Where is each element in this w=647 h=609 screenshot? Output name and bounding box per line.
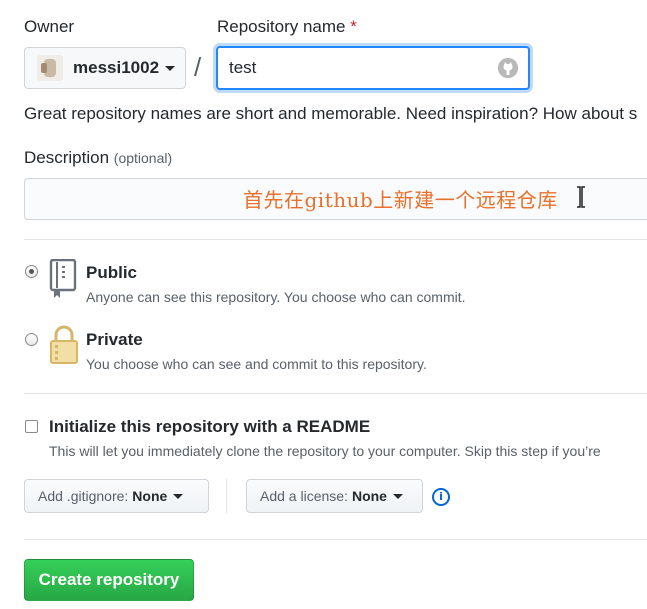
info-icon[interactable]: i [432,488,450,506]
owner-label: Owner [24,17,75,36]
public-description: Anyone can see this repository. You choo… [86,289,466,305]
path-separator: / [194,52,202,82]
initialize-readme-title: Initialize this repository with a README [49,417,371,436]
description-label-text: Description [24,148,110,167]
initialize-readme-description: This will let you immediately clone the … [49,443,601,459]
divider [24,539,647,540]
divider [24,239,647,240]
license-select[interactable]: Add a license: None [246,479,423,513]
chevron-down-icon [173,493,184,499]
repository-name-label-text: Repository name [217,17,346,36]
avatar [37,55,63,81]
repository-name-label: Repository name * [217,17,357,37]
github-mark-icon [498,58,518,78]
chevron-down-icon [392,493,403,499]
gitignore-value: None [132,488,168,504]
optional-tag: (optional) [113,150,173,166]
gitignore-prefix: Add .gitignore: [38,488,129,504]
public-title: Public [86,263,138,282]
chevron-down-icon [165,65,176,71]
repo-icon [49,259,77,298]
owner-name: messi1002 [73,58,160,77]
divider [226,479,227,513]
initialize-readme-checkbox[interactable] [25,420,38,433]
repository-name-hint: Great repository names are short and mem… [24,104,638,123]
gitignore-select[interactable]: Add .gitignore: None [24,479,209,513]
private-description: You choose who can see and commit to thi… [86,356,427,372]
license-value: None [351,488,387,504]
license-prefix: Add a license: [260,488,348,504]
text-cursor-icon [577,186,585,208]
public-radio[interactable] [25,265,38,278]
divider [24,393,647,394]
owner-select[interactable]: messi1002 [24,47,186,89]
create-repository-button[interactable]: Create repository [24,559,194,601]
radio-selected-dot [29,269,34,274]
annotation-text: 首先在github上新建一个远程仓库 [243,188,558,212]
private-radio[interactable] [25,333,38,346]
lock-icon [50,325,78,364]
private-title: Private [86,330,143,349]
required-mark: * [350,17,357,36]
description-label: Description (optional) [24,148,172,168]
repository-name-input[interactable] [216,46,530,90]
